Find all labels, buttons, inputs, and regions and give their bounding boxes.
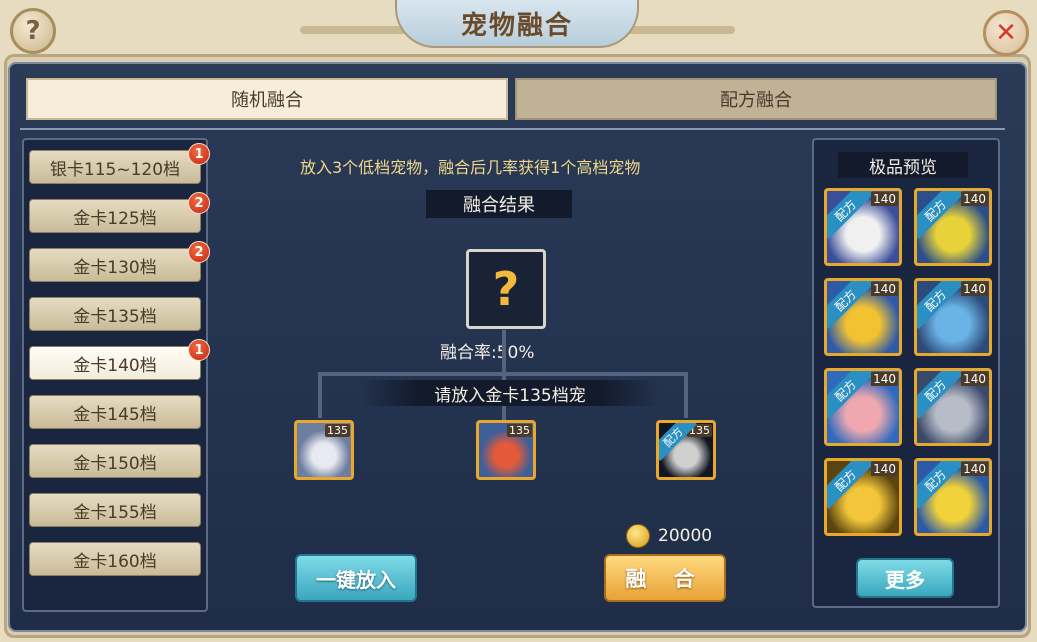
recipe-tag: 配方 xyxy=(917,191,964,239)
help-button[interactable]: ? xyxy=(10,8,56,54)
connector-center xyxy=(502,330,506,420)
more-button[interactable]: 更多 xyxy=(856,558,954,598)
pet-level: 140 xyxy=(961,282,988,296)
pet-level: 140 xyxy=(871,192,898,206)
cost-value: 20000 xyxy=(658,526,713,546)
tier-button[interactable]: 金卡125档 xyxy=(29,199,201,233)
tier-label: 金卡130档 xyxy=(73,257,157,278)
recipe-tag: 配方 xyxy=(917,461,964,509)
tier-button[interactable]: 金卡150档 xyxy=(29,444,201,478)
tier-label: 金卡135档 xyxy=(73,306,157,327)
recipe-tag: 配方 xyxy=(827,461,874,509)
preview-pet[interactable]: 配方 140 xyxy=(914,188,992,266)
pet-level: 140 xyxy=(871,462,898,476)
tier-button[interactable]: 金卡160档 xyxy=(29,542,201,576)
preview-pet[interactable]: 配方 140 xyxy=(824,278,902,356)
tier-button[interactable]: 银卡115~120档 xyxy=(29,150,201,184)
recipe-tag: 配方 xyxy=(827,371,874,419)
pet-level: 135 xyxy=(507,424,532,437)
notification-badge: 1 xyxy=(188,143,210,165)
tier-button[interactable]: 金卡155档 xyxy=(29,493,201,527)
notification-badge: 2 xyxy=(188,192,210,214)
divider xyxy=(20,128,1005,130)
tier-button[interactable]: 金卡140档 xyxy=(29,346,201,380)
recipe-tag: 配方 xyxy=(827,281,874,329)
coin-icon xyxy=(626,524,650,548)
recipe-tag: 配方 xyxy=(917,371,964,419)
tab-random-fusion[interactable]: 随机融合 xyxy=(26,78,508,120)
connector-right xyxy=(684,372,688,418)
notification-badge: 2 xyxy=(188,241,210,263)
tier-label: 金卡140档 xyxy=(73,355,157,376)
pet-level: 135 xyxy=(325,424,350,437)
tier-label: 金卡150档 xyxy=(73,453,157,474)
cost-display: 20000 xyxy=(626,524,712,548)
recipe-tag: 配方 xyxy=(917,281,964,329)
pet-slot[interactable]: 135 xyxy=(476,420,536,480)
preview-pet[interactable]: 配方 140 xyxy=(914,368,992,446)
pet-level: 140 xyxy=(871,372,898,386)
tier-label: 金卡160档 xyxy=(73,551,157,572)
tier-label: 金卡155档 xyxy=(73,502,157,523)
pet-level: 140 xyxy=(961,372,988,386)
pet-slot[interactable]: 135 配方 xyxy=(656,420,716,480)
fusion-hint: 放入3个低档宠物，融合后几率获得1个高档宠物 xyxy=(300,158,641,177)
preview-title: 极品预览 xyxy=(838,152,968,178)
fuse-button[interactable]: 融 合 xyxy=(604,554,726,602)
tier-label: 银卡115~120档 xyxy=(49,159,181,180)
recipe-tag: 配方 xyxy=(827,191,874,239)
preview-pet[interactable]: 配方 140 xyxy=(824,458,902,536)
tier-label: 金卡145档 xyxy=(73,404,157,425)
tier-button[interactable]: 金卡130档 xyxy=(29,248,201,282)
tier-button[interactable]: 金卡135档 xyxy=(29,297,201,331)
pet-level: 140 xyxy=(871,282,898,296)
notification-badge: 1 xyxy=(188,339,210,361)
tier-label: 金卡125档 xyxy=(73,208,157,229)
preview-pet[interactable]: 配方 140 xyxy=(824,368,902,446)
close-button[interactable]: ✕ xyxy=(983,10,1029,56)
page-title: 宠物融合 xyxy=(395,0,639,48)
result-slot: ? xyxy=(466,249,546,329)
recipe-tag: 配方 xyxy=(659,423,698,462)
pet-level: 140 xyxy=(961,192,988,206)
preview-pet[interactable]: 配方 140 xyxy=(914,278,992,356)
preview-pet[interactable]: 配方 140 xyxy=(914,458,992,536)
tier-button[interactable]: 金卡145档 xyxy=(29,395,201,429)
fusion-rate: 融合率:50% xyxy=(440,343,535,363)
result-label: 融合结果 xyxy=(426,190,572,218)
auto-place-button[interactable]: 一键放入 xyxy=(295,554,417,602)
connector-left xyxy=(318,372,322,418)
preview-pet[interactable]: 配方 140 xyxy=(824,188,902,266)
pet-level: 140 xyxy=(961,462,988,476)
slot-requirement-label: 请放入金卡135档宠 xyxy=(360,380,660,406)
tab-recipe-fusion[interactable]: 配方融合 xyxy=(515,78,997,120)
pet-slot[interactable]: 135 xyxy=(294,420,354,480)
